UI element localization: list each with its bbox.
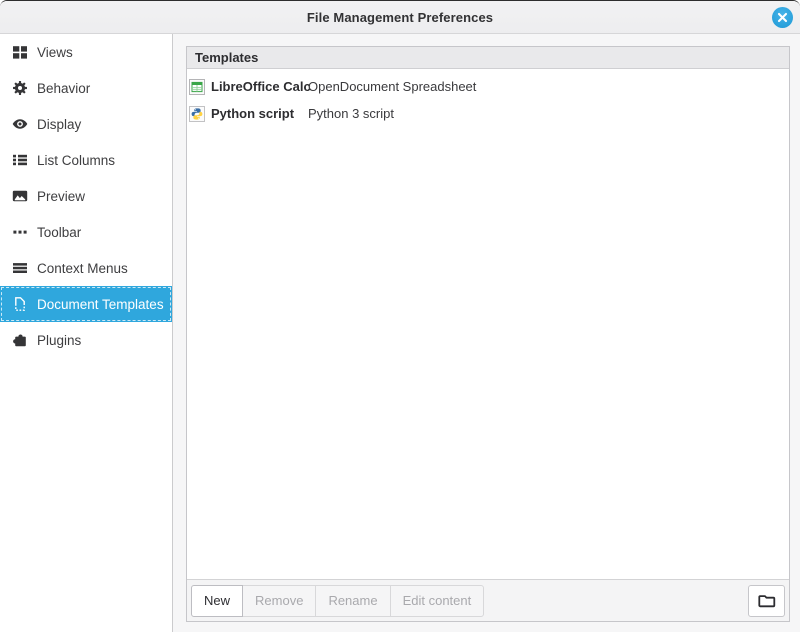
list-item[interactable]: Python script Python 3 script [187,100,789,127]
window-body: Views Behavior [0,34,800,632]
hamburger-icon [12,260,28,276]
list-item[interactable]: LibreOffice Calc OpenDocument Spreadshee… [187,73,789,100]
folder-icon [757,591,777,611]
image-icon [12,188,28,204]
sidebar: Views Behavior [0,34,173,632]
sidebar-item-label: Document Templates [37,297,164,312]
sidebar-item-behavior[interactable]: Behavior [0,70,172,106]
open-templates-folder-button[interactable] [748,585,785,617]
templates-list[interactable]: LibreOffice Calc OpenDocument Spreadshee… [187,69,789,579]
rename-button[interactable]: Rename [315,585,390,617]
templates-header-label: Templates [195,50,258,65]
sidebar-item-label: Context Menus [37,261,128,276]
grid-icon [12,44,28,60]
sidebar-item-toolbar[interactable]: Toolbar [0,214,172,250]
sidebar-item-context-menus[interactable]: Context Menus [0,250,172,286]
remove-button[interactable]: Remove [242,585,316,617]
templates-panel: Templates LibreOffice Calc [186,46,790,622]
sidebar-item-plugins[interactable]: Plugins [0,322,172,358]
main-area: Templates LibreOffice Calc [173,34,800,632]
template-name: Python script [208,106,308,121]
template-description: OpenDocument Spreadsheet [308,79,476,94]
templates-header: Templates [187,47,789,69]
sidebar-item-label: Plugins [37,333,81,348]
sidebar-item-label: Preview [37,189,85,204]
sidebar-item-label: Behavior [37,81,90,96]
templates-actionbar: New Remove Rename Edit content [187,579,789,621]
template-description: Python 3 script [308,106,394,121]
edit-content-button[interactable]: Edit content [390,585,485,617]
template-name: LibreOffice Calc [208,79,308,94]
list-columns-icon [12,152,28,168]
python-icon [189,106,205,122]
sidebar-item-label: Toolbar [37,225,81,240]
sidebar-item-views[interactable]: Views [0,34,172,70]
sidebar-item-list-columns[interactable]: List Columns [0,142,172,178]
sidebar-item-label: Display [37,117,81,132]
close-icon [772,7,793,28]
sidebar-item-display[interactable]: Display [0,106,172,142]
window-title: File Management Preferences [307,10,493,25]
template-page-icon [12,296,28,312]
new-button[interactable]: New [191,585,243,617]
eye-icon [12,116,28,132]
titlebar: File Management Preferences [0,1,800,34]
libreoffice-calc-icon [189,79,205,95]
preferences-window: File Management Preferences Views [0,0,800,632]
sidebar-item-preview[interactable]: Preview [0,178,172,214]
sidebar-item-label: Views [37,45,73,60]
sidebar-item-document-templates[interactable]: Document Templates [0,286,172,322]
close-button[interactable] [772,7,793,28]
gear-icon [12,80,28,96]
puzzle-icon [12,332,28,348]
dots-icon [12,224,28,240]
sidebar-item-label: List Columns [37,153,115,168]
